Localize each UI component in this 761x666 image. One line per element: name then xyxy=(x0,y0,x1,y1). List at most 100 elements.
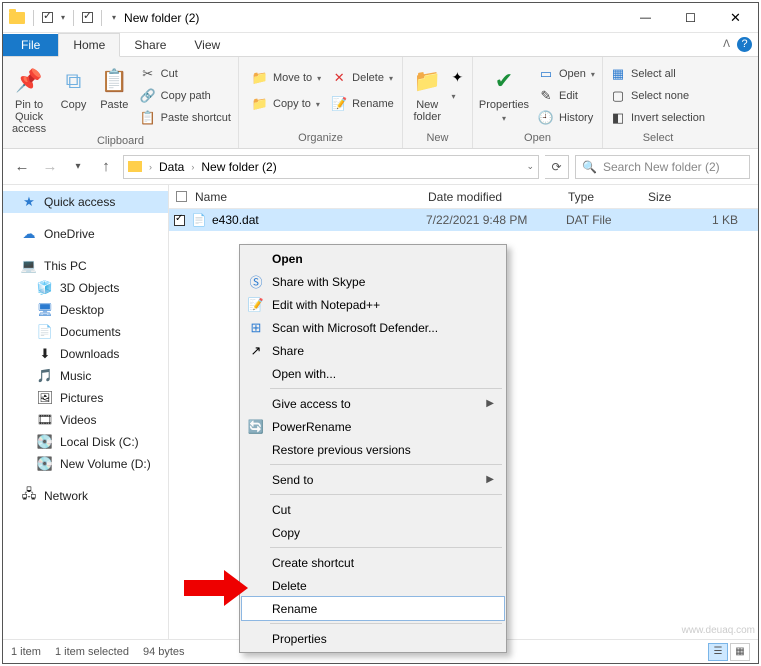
rename-button[interactable]: 📝Rename xyxy=(328,95,397,113)
file-size: 1 KB xyxy=(646,213,758,227)
ctx-rename[interactable]: Rename xyxy=(242,597,504,620)
ctx-notepad[interactable]: 📝Edit with Notepad++ xyxy=(242,293,504,316)
copy-path-button[interactable]: 🔗Copy path xyxy=(137,87,234,105)
breadcrumb-item[interactable]: Data xyxy=(159,160,184,174)
large-icons-view-button[interactable]: ▦ xyxy=(730,643,750,661)
open-button[interactable]: ▭Open xyxy=(535,65,598,83)
move-to-button[interactable]: 📁Move to xyxy=(249,69,324,87)
sidebar-item-onedrive[interactable]: ☁OneDrive xyxy=(3,223,168,245)
file-row[interactable]: 📄 e430.dat 7/22/2021 9:48 PM DAT File 1 … xyxy=(169,209,758,231)
sidebar-item-desktop[interactable]: 🖥Desktop xyxy=(3,299,168,321)
ctx-open-with[interactable]: Open with... xyxy=(242,362,504,385)
pin-to-quick-access-button[interactable]: 📌 Pin to Quick access xyxy=(7,61,51,135)
column-name[interactable]: Name xyxy=(193,190,428,204)
forward-button[interactable]: → xyxy=(39,156,61,178)
ctx-share[interactable]: ↗Share xyxy=(242,339,504,362)
column-date[interactable]: Date modified xyxy=(428,190,568,204)
tab-file[interactable]: File xyxy=(3,34,58,56)
history-button[interactable]: 🕘History xyxy=(535,109,598,127)
edit-button[interactable]: ✎Edit xyxy=(535,87,598,105)
drive-icon: 💽 xyxy=(37,434,53,450)
ctx-delete[interactable]: Delete xyxy=(242,574,504,597)
breadcrumb[interactable]: › Data › New folder (2) ⌄ xyxy=(123,155,539,179)
ctx-give-access[interactable]: Give access to▶ xyxy=(242,392,504,415)
copy-to-button[interactable]: 📁Copy to xyxy=(249,95,324,113)
ctx-copy[interactable]: Copy xyxy=(242,521,504,544)
ribbon: 📌 Pin to Quick access ⧉ Copy 📋 Paste ✂Cu… xyxy=(3,57,758,149)
sidebar-item-pictures[interactable]: 🖼Pictures xyxy=(3,387,168,409)
sidebar-item-network[interactable]: 🖧Network xyxy=(3,485,168,507)
back-button[interactable]: ← xyxy=(11,156,33,178)
skype-icon: Ⓢ xyxy=(248,274,264,290)
column-type[interactable]: Type xyxy=(568,190,648,204)
refresh-button[interactable]: ⟳ xyxy=(545,155,569,179)
group-organize-label: Organize xyxy=(243,132,398,146)
sidebar-item-downloads[interactable]: ⬇Downloads xyxy=(3,343,168,365)
ctx-open[interactable]: Open xyxy=(242,247,504,270)
select-all-button[interactable]: ▦Select all xyxy=(607,65,708,83)
sidebar-item-3d-objects[interactable]: 🧊3D Objects xyxy=(3,277,168,299)
row-checkbox[interactable] xyxy=(174,215,185,226)
invert-selection-button[interactable]: ◧Invert selection xyxy=(607,109,708,127)
ctx-properties[interactable]: Properties xyxy=(242,627,504,650)
tab-share[interactable]: Share xyxy=(120,34,180,56)
close-button[interactable] xyxy=(713,3,758,32)
share-icon: ↗ xyxy=(248,343,264,359)
delete-button[interactable]: ✕Delete xyxy=(328,69,397,87)
new-item-dropdown[interactable]: ✦ xyxy=(451,69,468,102)
breadcrumb-item[interactable]: New folder (2) xyxy=(201,160,276,174)
details-view-button[interactable]: ☰ xyxy=(708,643,728,661)
cut-button[interactable]: ✂Cut xyxy=(137,65,234,83)
sidebar-item-c-drive[interactable]: 💽Local Disk (C:) xyxy=(3,431,168,453)
sidebar-item-this-pc[interactable]: 💻This PC xyxy=(3,255,168,277)
paste-shortcut-button[interactable]: 📋Paste shortcut xyxy=(137,109,234,127)
sidebar-item-music[interactable]: 🎵Music xyxy=(3,365,168,387)
maximize-button[interactable] xyxy=(668,3,713,32)
breadcrumb-dropdown-icon[interactable]: ⌄ xyxy=(526,161,534,172)
context-menu: Open ⓈShare with Skype 📝Edit with Notepa… xyxy=(239,244,507,653)
minimize-button[interactable] xyxy=(623,3,668,32)
address-bar: ← → ▾ ↑ › Data › New folder (2) ⌄ ⟳ 🔍 Se… xyxy=(3,149,758,185)
scissors-icon: ✂ xyxy=(140,66,156,82)
file-name: e430.dat xyxy=(212,213,426,227)
ctx-restore[interactable]: Restore previous versions xyxy=(242,438,504,461)
select-none-button[interactable]: ▢Select none xyxy=(607,87,708,105)
qat-customize-icon[interactable]: ▾ xyxy=(112,13,116,22)
qat-check-2-icon[interactable] xyxy=(82,12,93,23)
copy-button[interactable]: ⧉ Copy xyxy=(55,61,92,111)
properties-button[interactable]: ✔ Properties xyxy=(477,61,531,125)
cube-icon: 🧊 xyxy=(37,280,53,296)
status-item-count: 1 item xyxy=(11,646,41,658)
powerrename-icon: 🔄 xyxy=(248,419,264,435)
group-clipboard-label: Clipboard xyxy=(7,135,234,149)
column-size[interactable]: Size xyxy=(648,190,758,204)
tab-home[interactable]: Home xyxy=(58,33,120,57)
new-folder-button[interactable]: 📁 New folder xyxy=(407,61,447,123)
recent-locations-button[interactable]: ▾ xyxy=(67,156,89,178)
paste-button[interactable]: 📋 Paste xyxy=(96,61,133,111)
ctx-create-shortcut[interactable]: Create shortcut xyxy=(242,551,504,574)
help-icon[interactable]: ? xyxy=(737,37,752,52)
sidebar-item-d-drive[interactable]: 💽New Volume (D:) xyxy=(3,453,168,475)
ribbon-tabs: File Home Share View ᐱ ? xyxy=(3,33,758,57)
select-none-icon: ▢ xyxy=(610,88,626,104)
desktop-icon: 🖥 xyxy=(37,302,53,318)
paste-icon: 📋 xyxy=(98,65,130,97)
search-input[interactable]: 🔍 Search New folder (2) xyxy=(575,155,750,179)
status-selected-count: 1 item selected xyxy=(55,646,129,658)
sidebar-item-documents[interactable]: 📄Documents xyxy=(3,321,168,343)
up-button[interactable]: ↑ xyxy=(95,156,117,178)
tab-view[interactable]: View xyxy=(180,34,234,56)
ctx-send-to[interactable]: Send to▶ xyxy=(242,468,504,491)
select-all-checkbox[interactable] xyxy=(169,191,193,202)
file-date: 7/22/2021 9:48 PM xyxy=(426,213,566,227)
qat-check-1-icon[interactable] xyxy=(42,12,53,23)
open-icon: ▭ xyxy=(538,66,554,82)
sidebar-item-videos[interactable]: 🎞Videos xyxy=(3,409,168,431)
ctx-skype[interactable]: ⓈShare with Skype xyxy=(242,270,504,293)
ctx-powerrename[interactable]: 🔄PowerRename xyxy=(242,415,504,438)
sidebar-item-quick-access[interactable]: ★Quick access xyxy=(3,191,168,213)
collapse-ribbon-icon[interactable]: ᐱ xyxy=(723,39,730,50)
ctx-defender[interactable]: ⊞Scan with Microsoft Defender... xyxy=(242,316,504,339)
ctx-cut[interactable]: Cut xyxy=(242,498,504,521)
